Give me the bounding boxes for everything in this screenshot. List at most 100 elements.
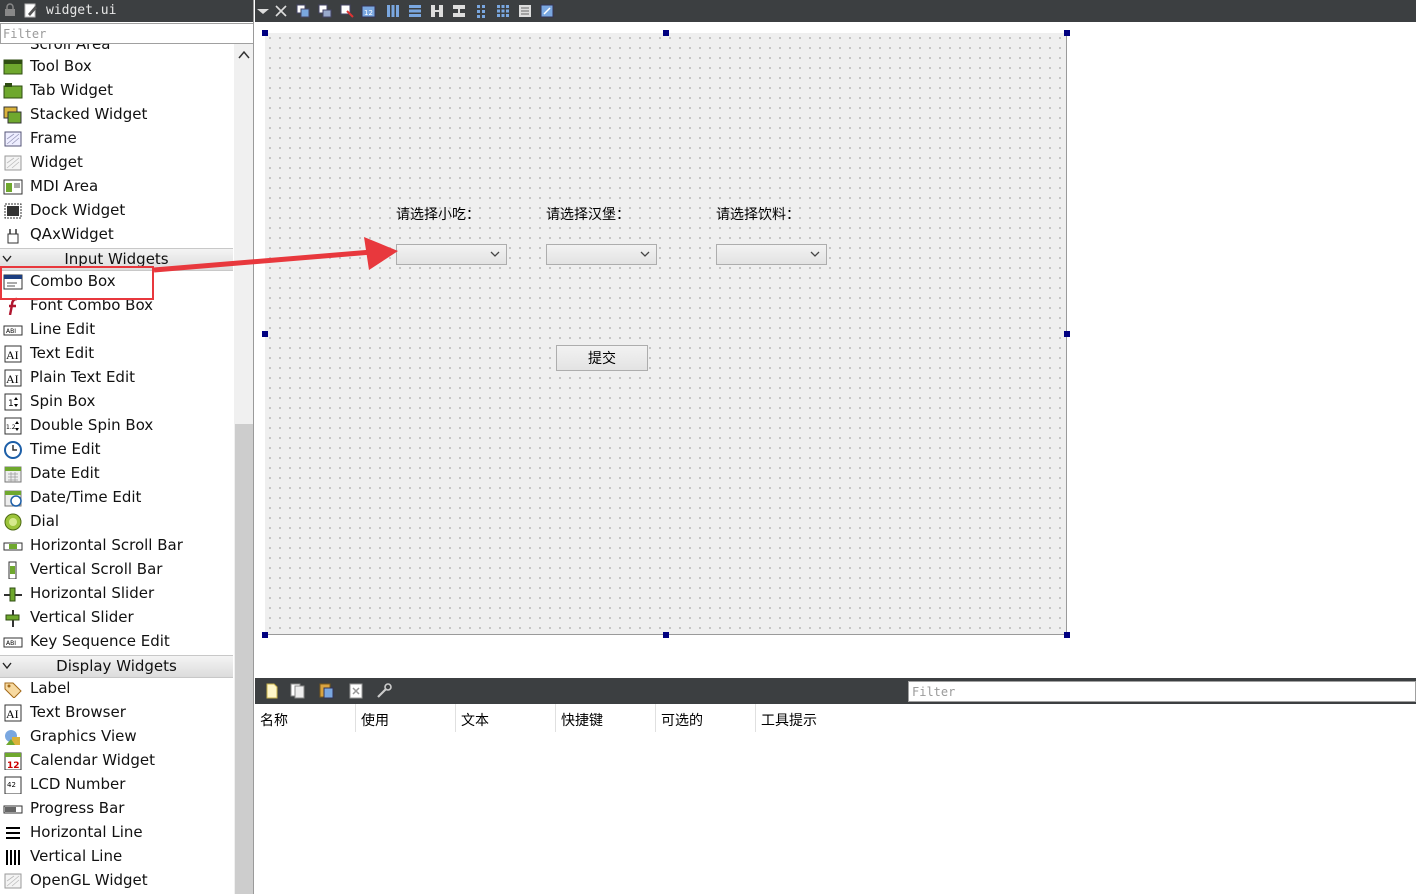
form-editor-toolbar: 12: [255, 0, 1416, 22]
column-header-checkable[interactable]: 可选的: [655, 704, 755, 732]
horizontal-line-icon: [6, 827, 20, 839]
list-item-double-spin-box[interactable]: 1.2 Double Spin Box: [0, 414, 233, 438]
layout-horizontal-icon[interactable]: [385, 3, 401, 19]
list-item-date-edit[interactable]: Date Edit: [0, 462, 233, 486]
list-item-horizontal-scroll-bar[interactable]: Horizontal Scroll Bar: [0, 534, 233, 558]
plain-text-edit-icon: AI: [4, 369, 22, 387]
delete-action-icon[interactable]: [347, 682, 365, 700]
resize-handle[interactable]: [663, 632, 669, 638]
list-item-text-edit[interactable]: AI Text Edit: [0, 342, 233, 366]
widget-list-scrollbar[interactable]: [234, 44, 253, 894]
column-header-tooltip[interactable]: 工具提示: [755, 704, 855, 732]
file-tab-bar: widget.ui: [0, 0, 253, 22]
close-icon[interactable]: [273, 3, 289, 19]
list-item-spin-box[interactable]: 1 Spin Box: [0, 390, 233, 414]
list-item-lcd-number[interactable]: 42 LCD Number: [0, 773, 233, 797]
list-item-frame[interactable]: Frame: [0, 127, 233, 151]
layout-horizontal-splitter-icon[interactable]: [429, 3, 445, 19]
list-item-cut[interactable]: Scroll Area: [30, 44, 110, 53]
resize-handle[interactable]: [262, 632, 268, 638]
list-item-label: Combo Box: [30, 272, 116, 290]
list-item-date-time-edit[interactable]: Date/Time Edit: [0, 486, 233, 510]
widget-filter-input[interactable]: [0, 23, 253, 44]
column-header-shortcut[interactable]: 快捷键: [555, 704, 655, 732]
resize-handle[interactable]: [1064, 632, 1070, 638]
svg-text:ABI: ABI: [6, 328, 16, 335]
list-item-font-combo-box[interactable]: Font Combo Box: [0, 294, 233, 318]
list-item-stacked-widget[interactable]: Stacked Widget: [0, 103, 233, 127]
list-item-widget[interactable]: Widget: [0, 151, 233, 175]
list-item-label: Double Spin Box: [30, 416, 154, 434]
qaxwidget-icon: [7, 229, 19, 244]
list-item-horizontal-line[interactable]: Horizontal Line: [0, 821, 233, 845]
list-item-calendar-widget[interactable]: 12 Calendar Widget: [0, 749, 233, 773]
list-item-key-sequence-edit[interactable]: ABI Key Sequence Edit: [0, 630, 233, 654]
dock-widget-icon: [4, 203, 22, 219]
list-item-line-edit[interactable]: ABI Line Edit: [0, 318, 233, 342]
column-header-used[interactable]: 使用: [355, 704, 455, 732]
layout-grid-icon[interactable]: [495, 3, 511, 19]
paste-action-icon[interactable]: [317, 682, 335, 700]
resize-handle[interactable]: [663, 30, 669, 36]
list-item-horizontal-slider[interactable]: Horizontal Slider: [0, 582, 233, 606]
list-item-qaxwidget[interactable]: QAxWidget: [0, 223, 233, 247]
column-header-text[interactable]: 文本: [455, 704, 555, 732]
category-display-widgets[interactable]: Display Widgets: [0, 655, 233, 678]
list-item-label: Time Edit: [30, 440, 101, 458]
list-item-vertical-line[interactable]: Vertical Line: [0, 845, 233, 869]
list-item-dial[interactable]: Dial: [0, 510, 233, 534]
list-item-progress-bar[interactable]: Progress Bar: [0, 797, 233, 821]
vertical-slider-icon: [5, 610, 20, 627]
list-item-plain-text-edit[interactable]: AI Plain Text Edit: [0, 366, 233, 390]
adjust-size-icon[interactable]: [539, 3, 555, 19]
configure-icon[interactable]: [375, 682, 393, 700]
list-item-opengl-widget[interactable]: OpenGL Widget: [0, 869, 233, 893]
action-filter-input[interactable]: [908, 681, 1416, 702]
list-item-tab-widget[interactable]: Tab Widget: [0, 79, 233, 103]
list-item-label: OpenGL Widget: [30, 871, 148, 889]
font-combo-box-icon: [8, 297, 18, 315]
list-item-label[interactable]: Label: [0, 677, 233, 701]
combo-burger[interactable]: [546, 244, 657, 265]
list-item-text-browser[interactable]: AI Text Browser: [0, 701, 233, 725]
list-item-mdi-area[interactable]: MDI Area: [0, 175, 233, 199]
dial-icon: [4, 513, 22, 531]
form-widget[interactable]: 请选择小吃： 请选择汉堡： 请选择饮料： 提交: [265, 33, 1067, 635]
break-layout-icon[interactable]: [517, 3, 533, 19]
list-item-vertical-scroll-bar[interactable]: Vertical Scroll Bar: [0, 558, 233, 582]
chevron-down-icon: [810, 251, 820, 257]
list-item-graphics-view[interactable]: Graphics View: [0, 725, 233, 749]
layout-vertical-icon[interactable]: [407, 3, 423, 19]
resize-handle[interactable]: [1064, 331, 1070, 337]
resize-handle[interactable]: [262, 30, 268, 36]
edit-tab-order-icon[interactable]: 12: [361, 3, 377, 19]
layout-form-icon[interactable]: [473, 3, 489, 19]
copy-action-icon[interactable]: [289, 682, 307, 700]
scrollbar-thumb[interactable]: [235, 424, 253, 894]
list-item-dock-widget[interactable]: Dock Widget: [0, 199, 233, 223]
list-item-label: Stacked Widget: [30, 105, 148, 123]
list-item-combo-box[interactable]: Combo Box: [0, 270, 233, 294]
combo-snack[interactable]: [396, 244, 507, 265]
widget-icon: [4, 155, 22, 171]
frame-icon: [4, 131, 22, 147]
list-item-tool-box[interactable]: Tool Box: [0, 55, 233, 79]
graphics-view-icon: [5, 730, 20, 745]
list-item-time-edit[interactable]: Time Edit: [0, 438, 233, 462]
new-action-icon[interactable]: [263, 682, 281, 700]
resize-handle[interactable]: [262, 331, 268, 337]
scroll-up-arrow-icon[interactable]: [238, 50, 250, 60]
list-item-vertical-slider[interactable]: Vertical Slider: [0, 606, 233, 630]
submit-button[interactable]: 提交: [556, 345, 648, 371]
resize-handle[interactable]: [1064, 30, 1070, 36]
layout-vertical-splitter-icon[interactable]: [451, 3, 467, 19]
category-input-widgets[interactable]: Input Widgets: [0, 248, 233, 271]
dropdown-arrow-icon[interactable]: [255, 3, 271, 19]
combo-drink[interactable]: [716, 244, 827, 265]
list-item-label: Font Combo Box: [30, 296, 154, 314]
edit-widgets-icon[interactable]: [295, 3, 311, 19]
edit-signals-slots-icon[interactable]: [317, 3, 333, 19]
edit-buddies-icon[interactable]: [339, 3, 355, 19]
column-header-name[interactable]: 名称: [255, 704, 355, 732]
file-name[interactable]: widget.ui: [46, 3, 116, 18]
